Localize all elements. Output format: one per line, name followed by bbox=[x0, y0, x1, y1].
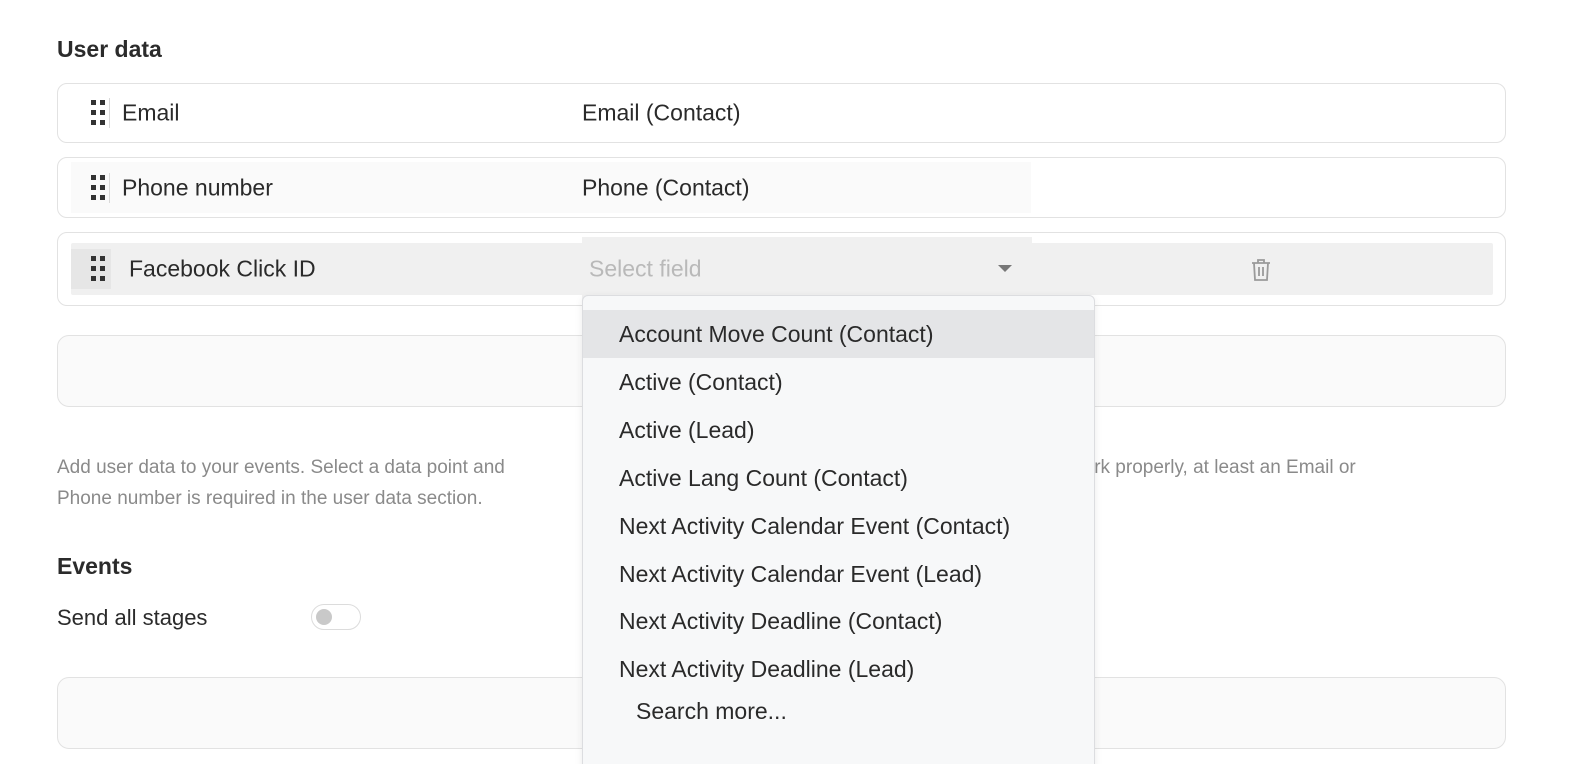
drag-handle-icon[interactable] bbox=[91, 100, 105, 126]
dropdown-option[interactable]: Next Activity Deadline (Contact) bbox=[583, 597, 1094, 645]
field-select[interactable]: Phone (Contact) bbox=[582, 174, 749, 201]
drag-handle-icon[interactable] bbox=[91, 174, 105, 201]
dropdown-option[interactable]: Active Lang Count (Contact) bbox=[583, 454, 1094, 502]
select-placeholder: Select field bbox=[589, 255, 702, 282]
dropdown-option[interactable]: Active (Contact) bbox=[583, 358, 1094, 406]
row-label: Email bbox=[122, 99, 180, 126]
page: User data Email Email (Contact) Phone nu… bbox=[0, 0, 1594, 764]
grip-divider bbox=[109, 172, 110, 203]
row-label: Facebook Click ID bbox=[129, 255, 316, 282]
drag-handle-icon[interactable] bbox=[91, 256, 105, 282]
user-data-title: User data bbox=[57, 36, 162, 62]
field-dropdown-menu: Account Move Count (Contact) Active (Con… bbox=[582, 295, 1095, 764]
toggle-knob bbox=[316, 609, 332, 625]
caret-down-icon[interactable] bbox=[998, 265, 1012, 272]
user-data-row-phone: Phone number Phone (Contact) bbox=[57, 157, 1506, 218]
send-all-stages-label: Send all stages bbox=[57, 605, 208, 630]
field-select[interactable]: Email (Contact) bbox=[582, 100, 740, 127]
dropdown-option[interactable]: Next Activity Deadline (Lead) bbox=[583, 645, 1094, 693]
dropdown-option[interactable]: Active (Lead) bbox=[583, 406, 1094, 454]
dropdown-option[interactable]: Account Move Count (Contact) bbox=[583, 310, 1094, 358]
helper-text-left: Add user data to your events. Select a d… bbox=[57, 457, 505, 478]
dropdown-option[interactable]: Next Activity Calendar Event (Lead) bbox=[583, 550, 1094, 598]
search-more-link[interactable]: Search more... bbox=[636, 698, 787, 725]
row-label: Phone number bbox=[122, 174, 273, 200]
grip-divider bbox=[109, 98, 110, 128]
user-data-row-email: Email Email (Contact) bbox=[57, 83, 1506, 143]
helper-text-right: ts work properly, at least an Email or bbox=[1049, 457, 1356, 478]
send-all-stages-toggle[interactable] bbox=[311, 604, 361, 630]
trash-icon[interactable] bbox=[1251, 258, 1271, 282]
dropdown-option[interactable]: Next Activity Calendar Event (Contact) bbox=[583, 502, 1094, 550]
events-title: Events bbox=[57, 553, 133, 579]
